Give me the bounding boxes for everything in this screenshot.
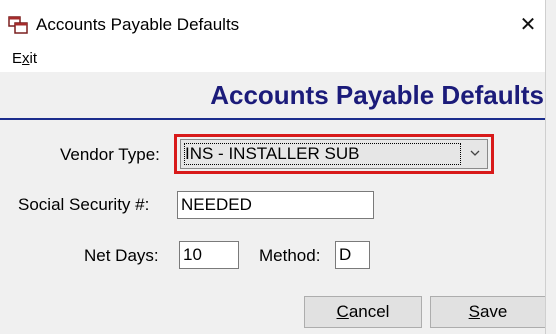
window-edge (545, 0, 556, 334)
header-band: Accounts Payable Defaults (0, 72, 556, 120)
menu-exit-mnemonic: x (22, 50, 30, 67)
net-days-field[interactable]: 10 (179, 241, 239, 269)
vendor-type-select[interactable]: INS - INSTALLER SUB (180, 139, 488, 169)
save-mnemonic: S (468, 302, 480, 321)
vendor-type-label: Vendor Type: (60, 145, 160, 164)
menu-exit-suffix: it (29, 50, 38, 67)
vendor-type-value: INS - INSTALLER SUB (185, 144, 360, 163)
menu-exit-prefix: E (12, 50, 23, 67)
method-field[interactable]: D (335, 241, 370, 269)
method-label: Method: (259, 246, 321, 265)
save-label-rest: ave (479, 302, 508, 321)
window-title: Accounts Payable Defaults (36, 15, 240, 34)
cancel-label-rest: ancel (348, 302, 390, 321)
title-bar: Accounts Payable Defaults ✕ (0, 0, 556, 48)
menu-exit[interactable]: Exit (12, 50, 37, 67)
app-window-icon (8, 16, 28, 34)
page-title: Accounts Payable Defaults (210, 80, 544, 110)
cancel-button[interactable]: Cancel (304, 296, 422, 328)
menu-bar: Exit (0, 48, 556, 70)
net-days-label: Net Days: (84, 246, 159, 265)
save-button[interactable]: Save (430, 296, 546, 328)
ssn-label: Social Security #: (18, 195, 150, 214)
ssn-field[interactable]: NEEDED (177, 191, 374, 219)
cancel-mnemonic: C (336, 302, 349, 321)
window-edge-line (545, 0, 546, 334)
close-icon: ✕ (519, 13, 537, 36)
chevron-down-icon (470, 150, 480, 156)
